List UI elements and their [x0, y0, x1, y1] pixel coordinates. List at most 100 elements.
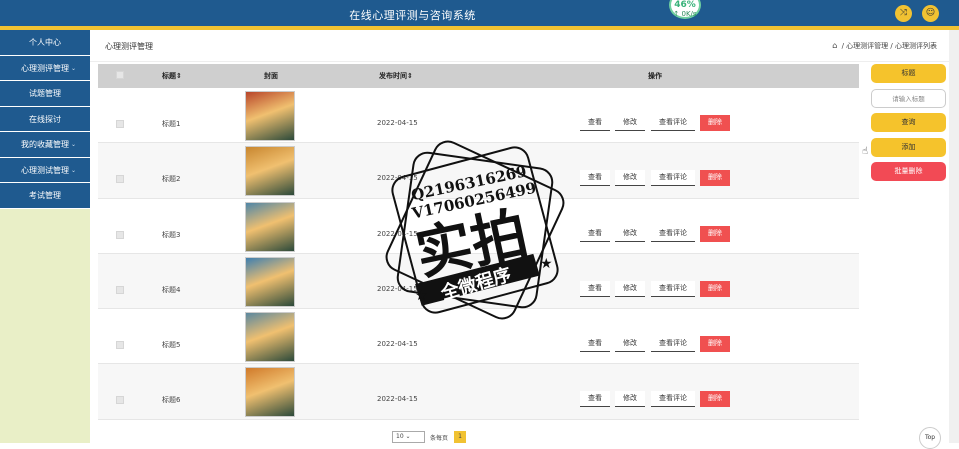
watermark-stamp: Q2196316269 V17060256499 实拍 全微程序 ★ ★: [385, 140, 565, 320]
star-icon: ★: [540, 256, 553, 272]
search-input[interactable]: 请输入标题: [871, 88, 946, 108]
add-button[interactable]: 添加: [871, 137, 946, 157]
speed-percent: 46%: [674, 0, 696, 10]
sidebar-item-4[interactable]: 我的收藏管理 ⌄: [0, 132, 90, 158]
page-title: 心理测评管理: [105, 42, 153, 51]
cover-image[interactable]: [245, 312, 295, 363]
header-publish-time[interactable]: 发布时间⇕: [379, 71, 413, 81]
back-to-top-button[interactable]: Top: [919, 427, 941, 449]
top-bar: 在线心理评测与咨询系统 46% ↑ 0K/s ⤨ ☺: [0, 0, 959, 30]
header-title[interactable]: 标题⇕: [162, 71, 182, 81]
sidebar-item-3[interactable]: 在线探讨: [0, 106, 90, 132]
view-comments-button[interactable]: 查看评论: [651, 280, 695, 297]
edit-button[interactable]: 修改: [615, 280, 645, 297]
view-comments-button[interactable]: 查看评论: [651, 336, 695, 353]
page-number-current[interactable]: 1: [454, 431, 466, 443]
batch-delete-button[interactable]: 批量删除: [871, 162, 946, 181]
scrollbar[interactable]: [949, 30, 959, 443]
delete-button[interactable]: 删除: [700, 170, 730, 187]
edit-button[interactable]: 修改: [615, 225, 645, 242]
row-title: 标题2: [162, 175, 181, 184]
select-all-checkbox[interactable]: [116, 71, 124, 79]
sidebar-item-label: 心理测试管理: [21, 165, 69, 175]
breadcrumb-item-manage[interactable]: 心理测评管理: [846, 42, 888, 50]
sidebar-item-5[interactable]: 心理测试管理 ⌄: [0, 157, 90, 183]
cover-image[interactable]: [245, 91, 295, 141]
sidebar-item-1[interactable]: 心理测评管理 ⌄: [0, 55, 90, 81]
sidebar-item-0[interactable]: 个人中心: [0, 30, 90, 56]
sidebar-item-label: 考试管理: [29, 191, 61, 200]
row-date: 2022-04-15: [377, 119, 418, 127]
sidebar-item-label: 我的收藏管理: [21, 140, 69, 149]
title-filter-button[interactable]: 标题: [871, 64, 946, 83]
row-checkbox[interactable]: [116, 230, 124, 239]
row-title: 标题1: [162, 120, 181, 128]
cover-image[interactable]: [245, 146, 295, 197]
view-button[interactable]: 查看: [580, 170, 610, 187]
delete-button[interactable]: 删除: [700, 225, 730, 242]
delete-button[interactable]: 删除: [700, 280, 730, 297]
cover-image[interactable]: [245, 256, 295, 307]
breadcrumb: ⌂ / 心理测评管理 / 心理测评列表: [832, 41, 937, 51]
sidebar-item-label: 在线探讨: [29, 114, 61, 124]
breadcrumb-sep: /: [841, 42, 844, 50]
view-comments-button[interactable]: 查看评论: [651, 115, 695, 131]
header-actions: 操作: [648, 72, 662, 80]
view-comments-button[interactable]: 查看评论: [651, 391, 695, 408]
home-icon[interactable]: ⌂: [832, 41, 837, 50]
sidebar-item-label: 试题管理: [29, 89, 61, 98]
header-cover: 封面: [264, 72, 278, 80]
search-button[interactable]: 查询: [871, 113, 946, 132]
edit-button[interactable]: 修改: [615, 115, 645, 131]
per-page-label: 条每页: [430, 435, 449, 442]
view-button[interactable]: 查看: [580, 225, 610, 242]
view-button[interactable]: 查看: [580, 391, 610, 408]
chevron-down-icon: ⌄: [70, 64, 76, 72]
speed-rate: ↑ 0K/s: [673, 10, 697, 18]
edit-button[interactable]: 修改: [615, 170, 645, 187]
row-title: 标题5: [162, 341, 181, 350]
cover-image[interactable]: [245, 201, 295, 252]
cover-image[interactable]: [245, 367, 295, 418]
breadcrumb-item-list: 心理测评列表: [895, 42, 937, 50]
table-row: 标题6 2022-04-15 查看 修改 查看评论 删除: [98, 364, 859, 420]
row-title: 标题4: [162, 285, 181, 294]
table-header: 标题⇕ 封面 发布时间⇕ 操作: [98, 64, 859, 88]
delete-button[interactable]: 删除: [700, 391, 730, 408]
shuffle-icon[interactable]: ⤨: [895, 5, 912, 22]
view-button[interactable]: 查看: [580, 280, 610, 297]
row-title: 标题3: [162, 230, 181, 239]
row-checkbox[interactable]: [116, 285, 124, 294]
row-checkbox[interactable]: [116, 175, 124, 184]
network-speed-widget[interactable]: 46% ↑ 0K/s: [669, 0, 701, 19]
sidebar-item-label: 心理测评管理: [21, 63, 69, 73]
row-checkbox[interactable]: [116, 341, 124, 350]
sidebar-item-6[interactable]: 考试管理: [0, 183, 90, 209]
chevron-down-icon: ⌄: [70, 166, 76, 174]
star-icon: ★: [415, 288, 428, 304]
hand-cursor-icon: ☝: [862, 146, 869, 157]
right-panel: 标题 请输入标题 查询 添加 批量删除: [871, 64, 946, 187]
breadcrumb-sep: /: [890, 42, 893, 50]
sidebar: 个人中心 心理测评管理 ⌄ 试题管理 在线探讨 我的收藏管理 ⌄ 心理测试管理 ⌄ 考试管理: [0, 30, 90, 443]
row-date: 2022-04-15: [377, 395, 418, 404]
user-icon[interactable]: ☺: [922, 5, 939, 22]
row-date: 2022-04-15: [377, 340, 418, 349]
page-size-select[interactable]: 10 ⌄: [392, 431, 425, 443]
view-button[interactable]: 查看: [580, 115, 610, 131]
row-checkbox[interactable]: [116, 120, 124, 128]
view-button[interactable]: 查看: [580, 336, 610, 353]
sidebar-item-2[interactable]: 试题管理: [0, 81, 90, 107]
delete-button[interactable]: 删除: [700, 115, 730, 131]
edit-button[interactable]: 修改: [615, 336, 645, 353]
delete-button[interactable]: 删除: [700, 336, 730, 353]
row-title: 标题6: [162, 396, 181, 405]
view-comments-button[interactable]: 查看评论: [651, 225, 695, 242]
row-checkbox[interactable]: [116, 396, 124, 405]
view-comments-button[interactable]: 查看评论: [651, 170, 695, 187]
sidebar-item-label: 个人中心: [29, 38, 61, 47]
chevron-down-icon: ⌄: [70, 141, 76, 148]
app-title: 在线心理评测与咨询系统: [349, 9, 476, 22]
edit-button[interactable]: 修改: [615, 391, 645, 408]
content-header: 心理测评管理 ⌂ / 心理测评管理 / 心理测评列表: [90, 30, 949, 62]
